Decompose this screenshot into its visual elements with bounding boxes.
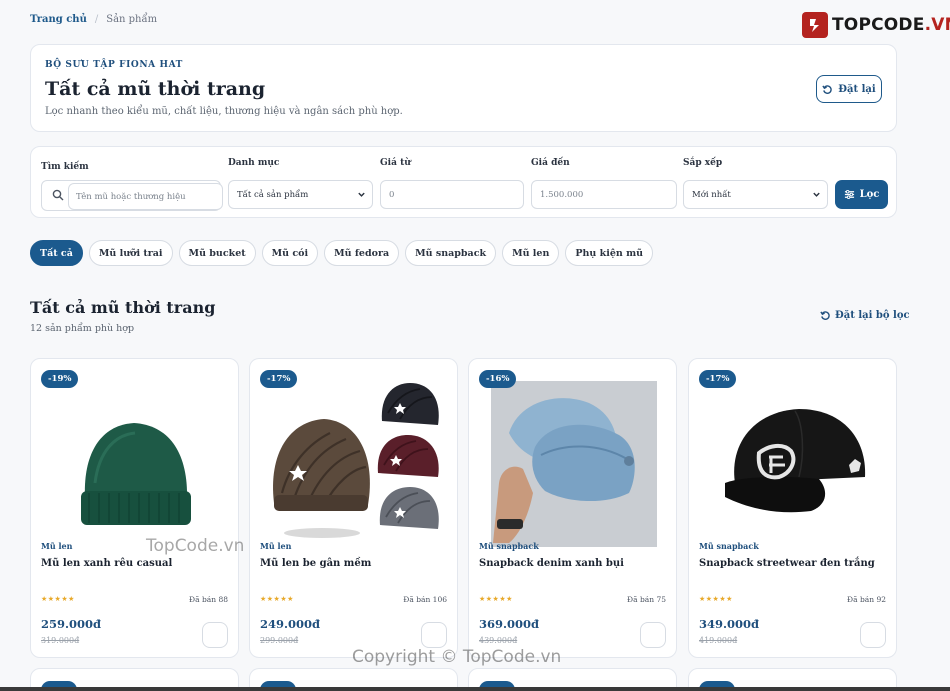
- product-price: 349.000đ: [699, 617, 760, 631]
- rating-stars: ★★★★★: [479, 595, 513, 603]
- category-chips: Tất cả Mũ lưỡi trai Mũ bucket Mũ cói Mũ …: [30, 240, 654, 266]
- product-category: Mũ len: [41, 541, 73, 551]
- chip-all[interactable]: Tất cả: [30, 240, 83, 266]
- sold-count: Đã bán 88: [189, 595, 228, 604]
- reset-button-label: Đặt lại: [838, 83, 876, 95]
- chip-beanie[interactable]: Mũ len: [502, 240, 560, 266]
- section-title: Tất cả mũ thời trang: [30, 298, 216, 317]
- copyright-watermark: Copyright © TopCode.vn: [352, 647, 562, 667]
- search-input[interactable]: Tên mũ hoặc thương hiệu: [68, 183, 223, 210]
- product-name[interactable]: Snapback denim xanh bụi: [479, 558, 624, 569]
- product-old-price: 439.000đ: [479, 636, 518, 645]
- product-image: [260, 373, 448, 547]
- sort-label: Sắp xếp: [683, 158, 723, 168]
- product-name[interactable]: Mũ len xanh rêu casual: [41, 558, 172, 569]
- add-to-cart-button[interactable]: [640, 622, 666, 648]
- reset-icon: [820, 311, 830, 320]
- chip-baseball-cap[interactable]: Mũ lưỡi trai: [88, 240, 173, 266]
- category-select-value: Tất cả sản phẩm: [237, 189, 309, 200]
- reset-icon: [822, 84, 833, 94]
- topcode-logo: TOPCODE.VN: [802, 12, 950, 38]
- search-box: Tên mũ hoặc thương hiệu: [41, 180, 223, 211]
- discount-badge: -19%: [41, 370, 79, 388]
- watermark-text: TopCode.vn: [146, 536, 245, 556]
- breadcrumb-separator: /: [94, 14, 99, 25]
- chip-bucket[interactable]: Mũ bucket: [178, 240, 256, 266]
- add-to-cart-button[interactable]: [421, 622, 447, 648]
- logo-text-accent: .VN: [924, 15, 950, 35]
- product-price: 249.000đ: [260, 617, 321, 631]
- result-count: 12 sản phẩm phù hợp: [30, 323, 135, 334]
- chevron-down-icon: [358, 192, 365, 197]
- add-to-cart-button[interactable]: [202, 622, 228, 648]
- logo-text: TOPCODE: [832, 15, 925, 35]
- product-card[interactable]: -16% Mũ snapback Snapback denim xanh bụi…: [468, 358, 677, 658]
- rating-stars: ★★★★★: [699, 595, 733, 603]
- chip-fedora[interactable]: Mũ fedora: [324, 240, 400, 266]
- sold-count: Đã bán 106: [403, 595, 447, 604]
- collection-header-card: BỘ SƯU TẬP FIONA HAT Tất cả mũ thời tran…: [30, 44, 897, 132]
- product-card[interactable]: -17% Mũ len Mũ len be gân mềm ★★★★★ Đã b…: [249, 358, 458, 658]
- price-from-label: Giá từ: [380, 158, 411, 168]
- chip-straw[interactable]: Mũ cói: [261, 240, 319, 266]
- chip-accessories[interactable]: Phụ kiện mũ: [565, 240, 654, 266]
- breadcrumb-home-link[interactable]: Trang chủ: [30, 14, 87, 25]
- filter-bar: Tìm kiếm Tên mũ hoặc thương hiệu Danh mụ…: [30, 146, 897, 218]
- category-select[interactable]: Tất cả sản phẩm: [228, 180, 373, 209]
- product-card[interactable]: -17% Mũ snapback Snapback streetwear đen…: [688, 358, 897, 658]
- product-card[interactable]: -19% Mũ len Mũ len xanh rêu casual ★★★★★…: [30, 358, 239, 658]
- discount-badge: -17%: [699, 370, 737, 388]
- category-label: Danh mục: [228, 158, 280, 168]
- reset-filters-label: Đặt lại bộ lọc: [835, 310, 910, 321]
- product-image: [479, 373, 667, 547]
- reset-filters-link[interactable]: Đặt lại bộ lọc: [820, 310, 910, 321]
- product-price: 369.000đ: [479, 617, 540, 631]
- page-title: Tất cả mũ thời trang: [45, 78, 266, 100]
- product-category: Mũ snapback: [699, 541, 759, 551]
- sliders-icon: [844, 190, 854, 199]
- sort-select[interactable]: Mới nhất: [683, 180, 828, 209]
- product-old-price: 419.000đ: [699, 636, 738, 645]
- product-image: [699, 373, 887, 547]
- product-category: Mũ snapback: [479, 541, 539, 551]
- product-category: Mũ len: [260, 541, 292, 551]
- product-name[interactable]: Mũ len be gân mềm: [260, 558, 371, 569]
- breadcrumb-current: Sản phẩm: [106, 14, 158, 25]
- bottom-bar: [0, 687, 950, 691]
- rating-stars: ★★★★★: [260, 595, 294, 603]
- add-to-cart-button[interactable]: [860, 622, 886, 648]
- price-from-input[interactable]: 0: [380, 180, 524, 209]
- page-description: Lọc nhanh theo kiểu mũ, chất liệu, thươn…: [45, 106, 403, 117]
- product-price: 259.000đ: [41, 617, 102, 631]
- collection-kicker: BỘ SƯU TẬP FIONA HAT: [45, 60, 183, 70]
- product-old-price: 319.000đ: [41, 636, 80, 645]
- sold-count: Đã bán 75: [627, 595, 666, 604]
- chevron-down-icon: [813, 192, 820, 197]
- product-image: [41, 373, 229, 547]
- chip-snapback[interactable]: Mũ snapback: [405, 240, 497, 266]
- product-name[interactable]: Snapback streetwear đen trắng: [699, 558, 875, 569]
- breadcrumb: Trang chủ / Sản phẩm: [30, 14, 157, 25]
- logo-mark-icon: [802, 12, 828, 38]
- discount-badge: -16%: [479, 370, 517, 388]
- reset-button[interactable]: Đặt lại: [816, 75, 882, 103]
- discount-badge: -17%: [260, 370, 298, 388]
- price-to-input[interactable]: 1.500.000: [531, 180, 677, 209]
- product-old-price: 299.000đ: [260, 636, 299, 645]
- rating-stars: ★★★★★: [41, 595, 75, 603]
- filter-submit-label: Lọc: [859, 189, 880, 200]
- filter-submit-button[interactable]: Lọc: [835, 180, 888, 209]
- sold-count: Đã bán 92: [847, 595, 886, 604]
- search-label: Tìm kiếm: [41, 162, 89, 172]
- search-icon: [52, 189, 64, 201]
- sort-select-value: Mới nhất: [692, 189, 731, 200]
- price-to-label: Giá đến: [531, 158, 570, 168]
